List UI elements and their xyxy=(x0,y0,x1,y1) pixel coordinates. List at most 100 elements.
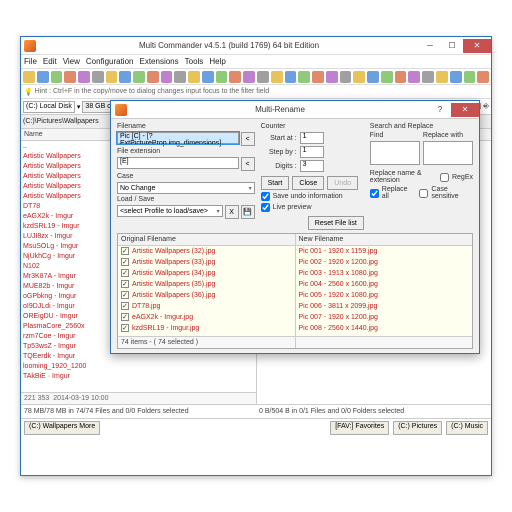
table-row[interactable]: Pic 002 - 1920 x 1200.jpg xyxy=(296,257,473,268)
toolbar-icon[interactable] xyxy=(174,71,186,83)
toolbar-icon[interactable] xyxy=(271,71,283,83)
table-row[interactable]: Artistic Wallpapers (35).jpg xyxy=(118,279,295,290)
counter-start-input[interactable]: 1 xyxy=(300,132,324,144)
table-row[interactable]: DT78.jpg xyxy=(118,301,295,312)
toolbar-icon[interactable] xyxy=(450,71,462,83)
find-input[interactable] xyxy=(370,141,420,165)
toolbar-icon[interactable] xyxy=(133,71,145,83)
table-row[interactable]: kzdSRL19 - Imgur.jpg xyxy=(118,323,295,334)
menu-edit[interactable]: Edit xyxy=(43,57,57,66)
fileext-label: File extension xyxy=(117,148,255,155)
table-head-right[interactable]: New Filename xyxy=(296,234,473,246)
title-bar: Multi Commander v4.5.1 (build 1769) 64 b… xyxy=(21,37,491,55)
table-row[interactable]: Pic 007 - 1920 x 1200.jpg xyxy=(296,312,473,323)
toolbar-icon[interactable] xyxy=(381,71,393,83)
menu-configuration[interactable]: Configuration xyxy=(86,57,134,66)
toolbar-icon[interactable] xyxy=(188,71,200,83)
toolbar-icon[interactable] xyxy=(147,71,159,83)
casesens-check[interactable] xyxy=(419,189,428,198)
dialog-icon xyxy=(115,104,127,116)
toolbar-icon[interactable] xyxy=(395,71,407,83)
loadsave-x-button[interactable]: X xyxy=(225,205,239,219)
toolbar-icon[interactable] xyxy=(436,71,448,83)
toolbar-icon[interactable] xyxy=(422,71,434,83)
menu-extensions[interactable]: Extensions xyxy=(139,57,178,66)
regex-check[interactable] xyxy=(440,173,449,182)
menu-file[interactable]: File xyxy=(24,57,37,66)
toolbar-icon[interactable] xyxy=(464,71,476,83)
toolbar-icon[interactable] xyxy=(92,71,104,83)
toolbar-icon[interactable] xyxy=(285,71,297,83)
list-item[interactable]: looming_1920_1200 xyxy=(23,362,254,372)
status-left: 78 MB/78 MB in 74/74 Files and 0/0 Folde… xyxy=(21,405,256,418)
toolbar-icon[interactable] xyxy=(216,71,228,83)
dialog-help-button[interactable]: ? xyxy=(429,103,451,117)
fileext-input[interactable]: [E] xyxy=(117,157,239,169)
table-row[interactable]: eAGX2k - Imgur.jpg xyxy=(118,312,295,323)
livepreview-check[interactable] xyxy=(261,203,270,212)
table-row[interactable]: Pic 008 - 2560 x 1440.jpg xyxy=(296,323,473,334)
toolbar-icon[interactable] xyxy=(37,71,49,83)
table-body-left[interactable]: Artistic Wallpapers (32).jpgArtistic Wal… xyxy=(118,246,295,336)
toolbar-icon[interactable] xyxy=(243,71,255,83)
table-row[interactable]: Artistic Wallpapers (34).jpg xyxy=(118,268,295,279)
toolbar-icon[interactable] xyxy=(23,71,35,83)
table-row[interactable]: Pic 006 - 3811 x 2099.jpg xyxy=(296,301,473,312)
toolbar-icon[interactable] xyxy=(257,71,269,83)
start-button[interactable]: Start xyxy=(261,176,290,190)
toolbar-icon[interactable] xyxy=(229,71,241,83)
toolbar-icon[interactable] xyxy=(161,71,173,83)
left-footer-cluster: 221 353 2014-03-19 10:00 xyxy=(21,392,256,404)
toolbar-icon[interactable] xyxy=(340,71,352,83)
toolbar-icon[interactable] xyxy=(367,71,379,83)
toolbar-icon[interactable] xyxy=(298,71,310,83)
table-row[interactable]: Pic 003 - 1913 x 1080.jpg xyxy=(296,268,473,279)
table-row[interactable]: Pic 005 - 1920 x 1080.jpg xyxy=(296,290,473,301)
toolbar-icon[interactable] xyxy=(408,71,420,83)
table-row[interactable]: Pic 001 - 1920 x 1159.jpg xyxy=(296,246,473,257)
filename-menu-button[interactable]: < xyxy=(241,132,255,146)
minimize-button[interactable]: ─ xyxy=(419,39,441,53)
tab-right-1[interactable]: (C:) Pictures xyxy=(393,421,442,435)
menu-tools[interactable]: Tools xyxy=(185,57,204,66)
toolbar-icon[interactable] xyxy=(51,71,63,83)
maximize-button[interactable]: ☐ xyxy=(441,39,463,53)
fileext-menu-button[interactable]: < xyxy=(241,157,255,171)
replace-input[interactable] xyxy=(423,141,473,165)
menu-view[interactable]: View xyxy=(63,57,80,66)
toolbar-icon[interactable] xyxy=(312,71,324,83)
toolbar-icon[interactable] xyxy=(119,71,131,83)
reset-button[interactable]: Reset File list xyxy=(308,216,364,230)
counter-digits-input[interactable]: 3 xyxy=(300,160,324,172)
table-row[interactable]: Artistic Wallpapers (33).jpg xyxy=(118,257,295,268)
counter-step-input[interactable]: 1 xyxy=(300,146,324,158)
undo-button[interactable]: Undo xyxy=(327,176,358,190)
table-row[interactable]: Pic 004 - 2560 x 1600.jpg xyxy=(296,279,473,290)
toolbar-icon[interactable] xyxy=(477,71,489,83)
menu-help[interactable]: Help xyxy=(209,57,225,66)
tab-left-0[interactable]: (C:) Wallpapers More xyxy=(24,421,100,435)
loadsave-select[interactable]: <select Profile to load/save> xyxy=(117,205,223,217)
drive-select-left[interactable]: (C:) Local Disk xyxy=(23,101,75,113)
table-row[interactable]: Artistic Wallpapers (32).jpg xyxy=(118,246,295,257)
dialog-close-button[interactable]: ✕ xyxy=(451,103,479,117)
toolbar-icon[interactable] xyxy=(64,71,76,83)
close-button[interactable]: ✕ xyxy=(463,39,491,53)
tab-right-0[interactable]: [FAV:] Favorites xyxy=(330,421,389,435)
tab-right-2[interactable]: (C:) Music xyxy=(446,421,488,435)
close-button-dlg[interactable]: Close xyxy=(292,176,324,190)
toolbar-icon[interactable] xyxy=(78,71,90,83)
toolbar-icon[interactable] xyxy=(353,71,365,83)
toolbar-icon[interactable] xyxy=(326,71,338,83)
loadsave-save-button[interactable]: 💾 xyxy=(241,205,255,219)
table-row[interactable]: Artistic Wallpapers (36).jpg xyxy=(118,290,295,301)
toolbar-icon[interactable] xyxy=(106,71,118,83)
table-head-left[interactable]: Original Filename xyxy=(118,234,295,246)
toolbar-icon[interactable] xyxy=(202,71,214,83)
filename-input[interactable]: Pic [C] - [?ExtPictureProp.img_dimension… xyxy=(117,132,239,144)
replaceall-check[interactable] xyxy=(370,189,379,198)
saveundo-check[interactable] xyxy=(261,192,270,201)
list-item[interactable]: TAkBiE · Imgur xyxy=(23,372,254,382)
case-select[interactable]: No Change xyxy=(117,182,255,194)
table-body-right[interactable]: Pic 001 - 1920 x 1159.jpgPic 002 - 1920 … xyxy=(296,246,473,336)
